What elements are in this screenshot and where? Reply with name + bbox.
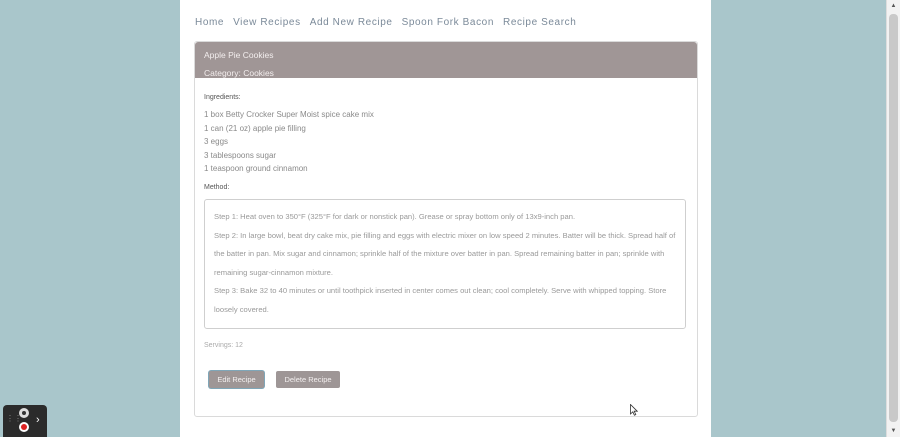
- method-box: Step 1: Heat oven to 350°F (325°F for da…: [204, 199, 686, 329]
- servings-text: Servings: 12: [204, 342, 243, 349]
- recorder-widget: ⋮⋮ ›: [3, 405, 47, 437]
- nav-add-new-recipe[interactable]: Add New Recipe: [310, 17, 393, 28]
- scrollbar-thumb[interactable]: [889, 14, 898, 422]
- ingredient-item: 1 box Betty Crocker Super Moist spice ca…: [204, 110, 374, 119]
- recipe-title: Apple Pie Cookies: [204, 50, 274, 60]
- ingredients-label: Ingredients:: [204, 94, 241, 101]
- mouse-pointer-icon: [630, 404, 638, 416]
- method-step: Step 1: Heat oven to 350°F (325°F for da…: [214, 212, 576, 221]
- ingredient-item: 3 tablespoons sugar: [204, 150, 277, 160]
- vertical-scrollbar[interactable]: ▲ ▼: [886, 0, 900, 437]
- nav-home[interactable]: Home: [195, 17, 224, 28]
- nav-recipe-search[interactable]: Recipe Search: [503, 17, 576, 28]
- method-step: Step 3: Bake 32 to 40 minutes or until t…: [214, 286, 667, 314]
- ingredient-item: 1 teaspoon ground cinnamon: [204, 164, 308, 173]
- triangle-down-icon[interactable]: ▼: [887, 425, 900, 437]
- record-icon[interactable]: [19, 422, 29, 432]
- nav-view-recipes[interactable]: View Recipes: [233, 17, 301, 28]
- recipe-category: Category: Cookies: [204, 68, 274, 78]
- main-nav: Home View Recipes Add New Recipe Spoon F…: [195, 17, 576, 28]
- camera-icon[interactable]: [19, 408, 29, 418]
- ingredient-item: 3 eggs: [204, 137, 229, 146]
- recipe-card: Apple Pie Cookies Category: Cookies Ingr…: [194, 41, 698, 417]
- delete-recipe-button[interactable]: Delete Recipe: [276, 371, 340, 388]
- chevron-right-icon[interactable]: ›: [36, 414, 40, 426]
- ingredient-item: 1 can (21 oz) apple pie filling: [204, 123, 306, 133]
- method-label: Method:: [204, 184, 230, 191]
- edit-recipe-button[interactable]: Edit Recipe: [209, 371, 264, 388]
- nav-spoon-fork-bacon[interactable]: Spoon Fork Bacon: [402, 17, 494, 28]
- drag-handle-icon[interactable]: ⋮⋮: [6, 415, 22, 426]
- triangle-up-icon[interactable]: ▲: [887, 0, 900, 12]
- recipe-header: Apple Pie Cookies Category: Cookies: [195, 42, 697, 78]
- ingredients-list: 1 box Betty Crocker Super Moist spice ca…: [204, 108, 374, 176]
- method-step: Step 2: In large bowl, beat dry cake mix…: [214, 230, 676, 277]
